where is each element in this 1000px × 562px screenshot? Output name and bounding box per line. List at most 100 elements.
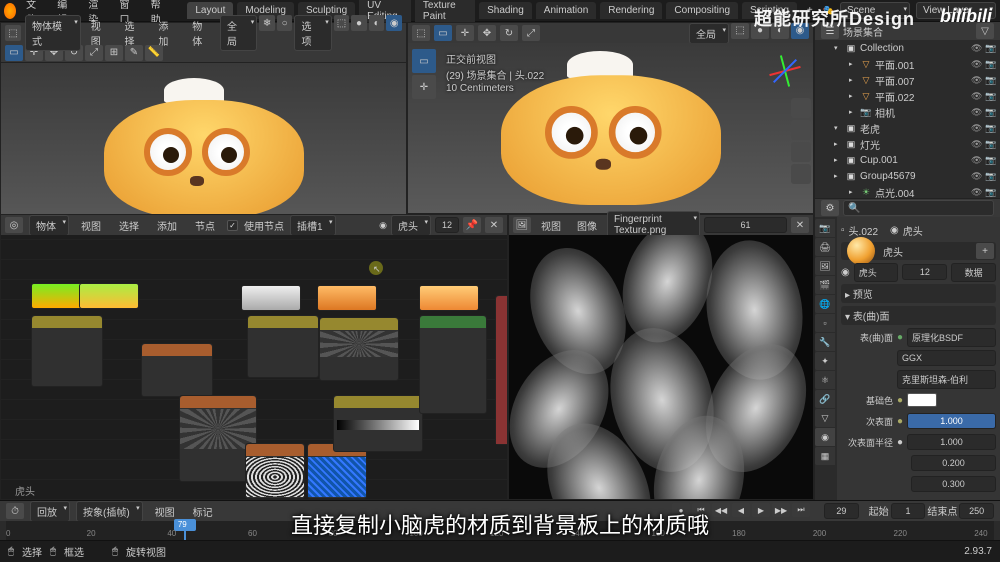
visibility-toggle-icon[interactable]: 👁 [971,59,982,70]
annotate-icon[interactable]: ✎ [125,45,143,61]
viewport-right[interactable]: ⬚ ▭ ✛ ✥ ↻ ⤢ 全局 ⬚ ● ◐ ◉ ▭ [407,22,814,214]
color-node[interactable] [317,285,377,311]
shading-wireframe-icon[interactable]: ⬚ [731,23,749,39]
node-canvas[interactable]: ↖ [1,235,507,499]
select-box-icon[interactable]: ▭ [5,45,23,61]
workspace-tab[interactable]: Texture Paint [415,0,475,25]
visibility-toggle-icon[interactable]: 📷 [985,59,996,70]
radius-value[interactable]: 1.000 [907,434,996,450]
close-icon[interactable]: ✕ [485,217,503,233]
visibility-toggle-icon[interactable]: 👁 [971,187,982,198]
visibility-toggle-icon[interactable]: 📷 [985,187,996,198]
ne-menu[interactable]: 节点 [189,216,221,235]
data-button[interactable]: 数据 [951,263,996,282]
prop-tab-material-icon[interactable]: ◉ [815,428,835,446]
play-icon[interactable]: ▶ [752,503,770,517]
prev-key-icon[interactable]: ◀◀ [712,503,730,517]
visibility-toggle-icon[interactable]: 👁 [971,91,982,102]
mode-dropdown[interactable]: 物体模式 [25,15,81,51]
visibility-toggle-icon[interactable]: 📷 [985,107,996,118]
preview-section[interactable]: ▸ 预览 [841,284,996,303]
distribution-field[interactable]: GGX [897,350,996,366]
color-ramp-node[interactable] [333,395,423,452]
material-name-field[interactable]: 虎头 [854,263,899,282]
nav-gizmo[interactable] [765,51,805,91]
transform-icon[interactable]: ⊞ [105,45,123,61]
color-node[interactable] [419,285,479,311]
bsdf-node[interactable] [419,315,487,414]
basecolor-swatch[interactable] [907,393,937,407]
shader-type-dropdown[interactable]: 物体 [29,215,69,236]
play-reverse-icon[interactable]: ◀ [732,503,750,517]
material-selector[interactable]: 虎头 [391,215,431,236]
visibility-toggle-icon[interactable]: 👁 [971,107,982,118]
playback-dropdown[interactable]: 回放 [30,501,70,522]
value-node[interactable] [241,285,301,311]
iv-menu[interactable]: 视图 [535,216,567,235]
visibility-toggle-icon[interactable]: 👁 [971,171,982,182]
visibility-toggle-icon[interactable]: 👁 [971,123,982,134]
next-key-icon[interactable]: ▶▶ [772,503,790,517]
prop-tab-scene-icon[interactable]: 🎬 [815,276,835,294]
end-frame-field[interactable]: 250 [959,503,994,519]
editor-type-icon[interactable]: ⬚ [412,25,430,41]
outliner-row[interactable]: ▾▣老虎👁📷 [815,120,1000,136]
visibility-toggle-icon[interactable]: 📷 [985,139,996,150]
ne-menu[interactable]: 选择 [113,216,145,235]
move-icon[interactable]: ✥ [478,25,496,41]
visibility-toggle-icon[interactable]: 📷 [985,155,996,166]
visibility-toggle-icon[interactable]: 👁 [971,155,982,166]
workspace-tab[interactable]: Shading [479,2,532,19]
editor-type-icon[interactable]: ◎ [5,217,23,233]
iv-menu[interactable]: 图像 [571,216,603,235]
cursor-tool-icon[interactable]: ✛ [412,75,436,99]
prop-tab-viewlayer-icon[interactable]: 🖼 [815,257,835,275]
viewport-render-area[interactable]: ▭ ✛ 正交前视图 (29) 场景集合 | 头.022 10 Centimete… [408,43,813,213]
scale-icon[interactable]: ⤢ [85,45,103,61]
visibility-toggle-icon[interactable]: 👁 [971,139,982,150]
visibility-toggle-icon[interactable]: 📷 [985,171,996,182]
node-editor[interactable]: ◎ 物体 视图 选择 添加 节点 使用节点 插槽1 ◉ 虎头 12 📌 ✕ [0,214,508,500]
fresnel-field[interactable]: 克里斯坦森-伯利 [897,370,996,389]
scale-icon[interactable]: ⤢ [522,25,540,41]
viewport-left[interactable]: ⬚ 物体模式 视图 选择 添加 物体 全局 ❄ ○ 选项 ⬚ ● ◐ ◉ [0,22,407,214]
color-ramp-node[interactable] [79,283,139,309]
subsurface-value[interactable]: 1.000 [907,413,996,429]
shader-node[interactable] [31,315,103,387]
prop-tab-world-icon[interactable]: 🌐 [815,295,835,313]
rotate-icon[interactable]: ↻ [500,25,518,41]
prop-tab-particle-icon[interactable]: ✦ [815,352,835,370]
outliner-row[interactable]: ▸☀点光.004👁📷 [815,184,1000,198]
visibility-toggle-icon[interactable]: 📷 [985,123,996,134]
shading-wireframe-icon[interactable]: ⬚ [334,15,350,31]
search-input[interactable]: 🔍 [843,200,994,216]
prop-tab-texture-icon[interactable]: ▦ [815,447,835,465]
visibility-toggle-icon[interactable]: 📷 [985,91,996,102]
outliner-row[interactable]: ▸▽平面.007👁📷 [815,72,1000,88]
shading-rendered-icon[interactable]: ◉ [386,15,402,31]
snap-icon[interactable]: ❄ [259,15,275,31]
prop-tab-constraint-icon[interactable]: 🔗 [815,390,835,408]
outliner[interactable]: ▾▣Collection👁📷▸▽平面.001👁📷▸▽平面.007👁📷▸▽平面.0… [815,40,1000,198]
camera-icon[interactable] [791,142,811,162]
prop-tab-object-icon[interactable]: ▫ [815,314,835,332]
playhead[interactable]: 79 [184,521,186,540]
options-dropdown[interactable]: 选项 [294,15,331,51]
outliner-row[interactable]: ▸▣Cup.001👁📷 [815,152,1000,168]
outliner-row[interactable]: ▸▽平面.001👁📷 [815,56,1000,72]
visibility-toggle-icon[interactable]: 📷 [985,43,996,54]
jump-end-icon[interactable]: ⏭ [792,503,810,517]
pin-icon[interactable]: 📌 [463,217,481,233]
prop-tab-data-icon[interactable]: ▽ [815,409,835,427]
editor-type-icon[interactable]: ⬚ [5,25,21,41]
bsdf-field[interactable]: 原理化BSDF [907,328,996,347]
perspective-icon[interactable] [791,164,811,184]
vp-menu[interactable]: 物体 [186,16,216,50]
prop-tab-modifier-icon[interactable]: 🔧 [815,333,835,351]
pan-icon[interactable] [791,120,811,140]
noise-texture-node[interactable] [245,443,305,499]
surface-section[interactable]: ▾ 表(曲)面 [841,306,996,325]
editor-type-icon[interactable]: ⏱ [6,503,24,519]
zoom-icon[interactable] [791,98,811,118]
visibility-toggle-icon[interactable]: 👁 [971,43,982,54]
